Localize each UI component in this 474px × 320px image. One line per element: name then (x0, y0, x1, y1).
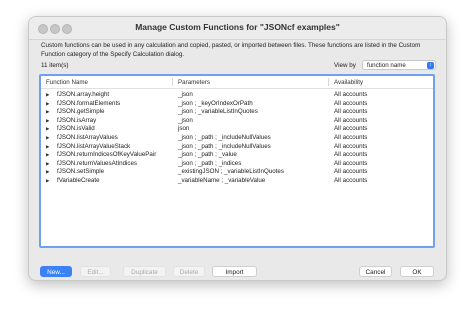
title-bar: Manage Custom Functions for "JSONcf exam… (29, 17, 446, 40)
new-button[interactable]: New... (40, 266, 72, 277)
dialog-description: Custom functions can be used in any calc… (41, 42, 421, 58)
function-name-cell: fJSON.returnValuesAtIndices (57, 159, 138, 167)
window-title: Manage Custom Functions for "JSONcf exam… (135, 22, 340, 32)
function-name-cell: fJSON.array.height (57, 91, 110, 98)
table-row[interactable]: ▶ fJSON.listArrayValueStack _json ; _path … (41, 143, 433, 152)
function-name-cell: fJSON.listArrayValues (57, 133, 118, 141)
parameters-cell: _json ; _path ; _indices (178, 159, 242, 167)
function-name-cell: fJSON.formatElements (57, 99, 121, 107)
parameters-cell: _json (178, 116, 193, 124)
disclosure-triangle-icon[interactable]: ▶ (46, 135, 49, 141)
availability-cell: All accounts (334, 142, 368, 150)
view-by-select[interactable]: function name ↕ (362, 59, 436, 70)
function-name-cell: fVariableCreate (57, 176, 100, 184)
availability-cell: All accounts (334, 159, 368, 167)
availability-cell: All accounts (334, 91, 368, 98)
chevron-updown-icon: ↕ (427, 61, 434, 69)
availability-cell: All accounts (334, 116, 368, 124)
table-row[interactable]: ▶ fJSON.isValid json All accounts (41, 125, 433, 134)
delete-button[interactable]: Delete (173, 266, 205, 277)
function-name-cell: fJSON.returnIndicesOfKeyValuePair (57, 151, 157, 159)
parameters-cell: json (178, 125, 190, 133)
function-rows: ▶ fJSON.array.height _json All accounts ▶ fJS… (41, 91, 433, 186)
availability-cell: All accounts (334, 151, 368, 159)
import-button[interactable]: Import (212, 266, 257, 277)
view-by-label: View by (334, 62, 356, 69)
cancel-button[interactable]: Cancel (359, 266, 392, 277)
column-header-parameters[interactable]: Parameters (178, 79, 210, 86)
column-header-function-name[interactable]: Function Name (46, 79, 88, 86)
function-list[interactable]: Function Name Parameters Availability ▶ f… (39, 74, 435, 248)
availability-cell: All accounts (334, 108, 368, 116)
table-row[interactable]: ▶ fJSON.listArrayValues _json ; _path ; _i… (41, 134, 433, 143)
availability-cell: All accounts (334, 176, 368, 184)
table-row[interactable]: ▶ fVariableCreate _variableName ; _variabl… (41, 177, 433, 186)
availability-cell: All accounts (334, 99, 368, 107)
column-divider[interactable] (172, 78, 173, 86)
disclosure-triangle-icon[interactable]: ▶ (46, 144, 49, 150)
edit-button[interactable]: Edit... (80, 266, 111, 277)
parameters-cell: _json ; _path ; _value (178, 151, 237, 159)
function-name-cell: fJSON.getSimple (57, 108, 105, 116)
parameters-cell: _json ; _path ; _includeNullValues (178, 133, 271, 141)
table-row[interactable]: ▶ fJSON.getSimple _json ; _variableListInQ… (41, 108, 433, 117)
parameters-cell: _json ; _path ; _includeNullValues (178, 142, 271, 150)
table-row[interactable]: ▶ fJSON.returnValuesAtIndices _json ; _pat… (41, 160, 433, 169)
availability-cell: All accounts (334, 125, 368, 133)
disclosure-triangle-icon[interactable]: ▶ (46, 92, 49, 98)
disclosure-triangle-icon[interactable]: ▶ (46, 101, 49, 107)
parameters-cell: _existingJSON ; _variableListInQuotes (178, 168, 284, 176)
table-row[interactable]: ▶ fJSON.isArray _json All accounts (41, 117, 433, 126)
function-name-cell: fJSON.isValid (57, 125, 95, 133)
ok-button[interactable]: OK (400, 266, 434, 277)
table-row[interactable]: ▶ fJSON.formatElements _json ; _keyOrIndex… (41, 100, 433, 109)
duplicate-button[interactable]: Duplicate (123, 266, 166, 277)
parameters-cell: _json (178, 91, 193, 98)
disclosure-triangle-icon[interactable]: ▶ (46, 109, 49, 115)
parameters-cell: _json ; _variableListInQuotes (178, 108, 258, 116)
column-header-row: Function Name Parameters Availability (41, 76, 433, 89)
disclosure-triangle-icon[interactable]: ▶ (46, 161, 49, 167)
column-header-availability[interactable]: Availability (334, 79, 363, 86)
parameters-cell: _variableName ; _variableValue (178, 176, 266, 184)
column-divider[interactable] (328, 78, 329, 86)
disclosure-triangle-icon[interactable]: ▶ (46, 152, 49, 158)
disclosure-triangle-icon[interactable]: ▶ (46, 169, 49, 175)
parameters-cell: _json ; _keyOrIndexOrPath (178, 99, 253, 107)
function-name-cell: fJSON.isArray (57, 116, 97, 124)
table-row[interactable]: ▶ fJSON.setSimple _existingJSON ; _variabl… (41, 168, 433, 177)
function-name-cell: fJSON.setSimple (57, 168, 105, 176)
item-count: 11 item(s) (41, 62, 69, 69)
disclosure-triangle-icon[interactable]: ▶ (46, 126, 49, 132)
disclosure-triangle-icon[interactable]: ▶ (46, 178, 49, 184)
view-by-value: function name (367, 61, 406, 69)
manage-custom-functions-dialog: Manage Custom Functions for "JSONcf exam… (28, 16, 447, 281)
table-row[interactable]: ▶ fJSON.array.height _json All accounts (41, 91, 433, 100)
table-row[interactable]: ▶ fJSON.returnIndicesOfKeyValuePair _json … (41, 151, 433, 160)
availability-cell: All accounts (334, 168, 368, 176)
disclosure-triangle-icon[interactable]: ▶ (46, 118, 49, 124)
function-name-cell: fJSON.listArrayValueStack (57, 142, 131, 150)
availability-cell: All accounts (334, 133, 368, 141)
